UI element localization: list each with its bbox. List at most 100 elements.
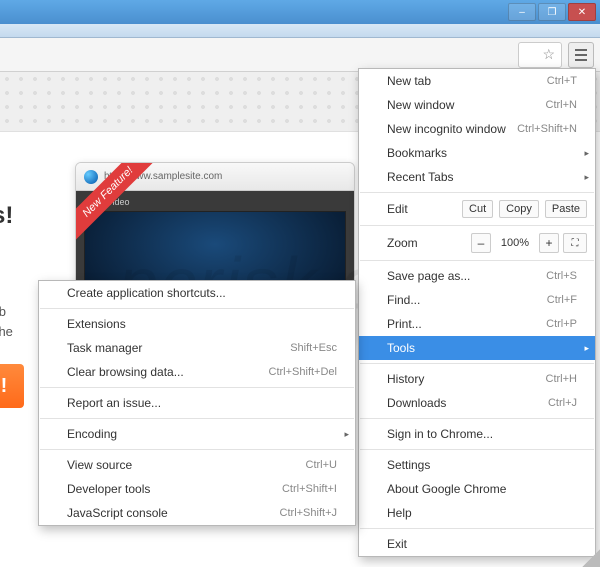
main-menu-item-sign-in-to-chrome[interactable]: Sign in to Chrome...: [359, 422, 595, 446]
main-menu-item-print[interactable]: Print... Ctrl+P: [359, 312, 595, 336]
menu-item-label: About Google Chrome: [387, 482, 506, 496]
tools-menu-item-developer-tools[interactable]: Developer tools Ctrl+Shift+I: [39, 477, 355, 501]
menu-item-label: Print...: [387, 317, 422, 331]
tools-menu-separator: [40, 418, 354, 419]
menu-item-label: JavaScript console: [67, 506, 168, 520]
main-menu-item-settings[interactable]: Settings: [359, 453, 595, 477]
preview-video-label: crazy video: [84, 197, 346, 207]
main-menu-separator: [360, 418, 594, 419]
toolbar: ☆: [0, 38, 600, 72]
submenu-arrow-icon: ▸: [584, 148, 589, 159]
tools-menu-item-view-source[interactable]: View sourceCtrl+U: [39, 453, 355, 477]
main-menu-separator: [360, 192, 594, 193]
resize-grip[interactable]: [582, 549, 600, 567]
main-menu-item-recent-tabs[interactable]: Recent Tabs ▸: [359, 165, 595, 189]
main-menu-item-find[interactable]: Find... Ctrl+F: [359, 288, 595, 312]
page-headline: s!: [0, 202, 13, 230]
main-menu-item-help[interactable]: Help: [359, 501, 595, 525]
main-menu-item-new-tab[interactable]: New tab Ctrl+T: [359, 69, 595, 93]
menu-item-label: Sign in to Chrome...: [387, 427, 493, 441]
menu-item-label: Tools: [387, 341, 415, 355]
menu-item-label: Clear browsing data...: [67, 365, 184, 379]
tools-menu-item-task-manager[interactable]: Task manager Shift+Esc: [39, 336, 355, 360]
menu-item-label: New incognito window: [387, 122, 506, 136]
zoom-out-button[interactable]: –: [471, 233, 491, 253]
menu-item-label: Downloads: [387, 396, 446, 410]
zoom-label: Zoom: [387, 236, 467, 250]
menu-item-shortcut: Ctrl+J: [548, 397, 577, 409]
restore-button[interactable]: ❐: [538, 3, 566, 21]
menu-item-label: Help: [387, 506, 412, 520]
menu-item-label: Encoding: [67, 427, 117, 441]
close-button[interactable]: ✕: [568, 3, 596, 21]
main-menu-item-history[interactable]: History Ctrl+H: [359, 367, 595, 391]
menu-item-shortcut: Ctrl+Shift+Del: [269, 366, 337, 378]
menu-item-shortcut: Ctrl+Shift+I: [282, 483, 337, 495]
main-menu-separator: [360, 363, 594, 364]
submenu-arrow-icon: ▸: [584, 172, 589, 183]
menu-item-shortcut: Ctrl+H: [546, 373, 577, 385]
main-menu-item-save-page-as[interactable]: Save page as...Ctrl+S: [359, 264, 595, 288]
chrome-main-menu: New tab Ctrl+T New window Ctrl+N New incogni…: [358, 68, 596, 557]
menu-item-label: Save page as...: [387, 269, 470, 283]
menu-item-label: New tab: [387, 74, 431, 88]
page-body-text: Tub n the: [0, 302, 13, 341]
tools-menu-item-clear-browsing-data[interactable]: Clear browsing data... Ctrl+Shift+Del: [39, 360, 355, 384]
menu-item-shortcut: Shift+Esc: [290, 342, 337, 354]
menu-item-label: Bookmarks: [387, 146, 447, 160]
menu-item-shortcut: Ctrl+Shift+J: [280, 507, 337, 519]
cut-button[interactable]: Cut: [462, 200, 493, 218]
menu-item-label: Report an issue...: [67, 396, 161, 410]
minimize-button[interactable]: –: [508, 3, 536, 21]
main-menu-item-tools[interactable]: Tools ▸: [359, 336, 595, 360]
tab-strip[interactable]: [0, 24, 600, 38]
tools-menu-separator: [40, 308, 354, 309]
zoom-in-button[interactable]: +: [539, 233, 559, 253]
tools-menu-separator: [40, 449, 354, 450]
tools-submenu: Create application shortcuts... Extension…: [38, 280, 356, 526]
menu-item-shortcut: Ctrl+P: [546, 318, 577, 330]
menu-item-shortcut: Ctrl+N: [546, 99, 577, 111]
menu-item-label: Exit: [387, 537, 407, 551]
zoom-value: 100%: [495, 237, 535, 249]
menu-item-label: Task manager: [67, 341, 142, 355]
menu-item-label: Find...: [387, 293, 420, 307]
main-menu-item-bookmarks[interactable]: Bookmarks ▸: [359, 141, 595, 165]
menu-item-label: History: [387, 372, 424, 386]
paste-button[interactable]: Paste: [545, 200, 587, 218]
menu-item-shortcut: Ctrl+T: [547, 75, 577, 87]
tools-menu-item-extensions[interactable]: Extensions: [39, 312, 355, 336]
tools-menu-item-create-application-shortcuts[interactable]: Create application shortcuts...: [39, 281, 355, 305]
tools-menu-item-report-an-issue[interactable]: Report an issue...: [39, 391, 355, 415]
cta-button[interactable]: !: [0, 364, 24, 408]
ie-icon: [84, 170, 98, 184]
main-menu-item-downloads[interactable]: Downloads Ctrl+J: [359, 391, 595, 415]
menu-button[interactable]: [568, 42, 594, 68]
menu-zoom-row: Zoom–100% +⛶: [359, 229, 595, 257]
main-menu-item-new-incognito-window[interactable]: New incognito window Ctrl+Shift+N: [359, 117, 595, 141]
main-menu-separator: [360, 225, 594, 226]
submenu-arrow-icon: ▸: [584, 343, 589, 354]
menu-item-shortcut: Ctrl+U: [306, 459, 337, 471]
menu-item-label: New window: [387, 98, 454, 112]
main-menu-item-about-google-chrome[interactable]: About Google Chrome: [359, 477, 595, 501]
tools-menu-item-encoding[interactable]: Encoding ▸: [39, 422, 355, 446]
main-menu-item-exit[interactable]: Exit: [359, 532, 595, 556]
window-titlebar: – ❐ ✕: [0, 0, 600, 24]
menu-item-label: Developer tools: [67, 482, 150, 496]
tools-menu-separator: [40, 387, 354, 388]
omnibox[interactable]: ☆: [518, 42, 562, 68]
main-menu-item-new-window[interactable]: New window Ctrl+N: [359, 93, 595, 117]
main-menu-separator: [360, 449, 594, 450]
menu-item-shortcut: Ctrl+Shift+N: [517, 123, 577, 135]
menu-item-shortcut: Ctrl+F: [547, 294, 577, 306]
submenu-arrow-icon: ▸: [344, 429, 349, 440]
fullscreen-button[interactable]: ⛶: [563, 233, 587, 253]
menu-item-label: Create application shortcuts...: [67, 286, 226, 300]
menu-item-label: Recent Tabs: [387, 170, 454, 184]
menu-edit-row: Edit Cut Copy Paste: [359, 196, 595, 222]
tools-menu-item-javascript-console[interactable]: JavaScript console Ctrl+Shift+J: [39, 501, 355, 525]
copy-button[interactable]: Copy: [499, 200, 539, 218]
bookmark-star-icon[interactable]: ☆: [542, 46, 555, 63]
edit-label: Edit: [387, 202, 456, 216]
